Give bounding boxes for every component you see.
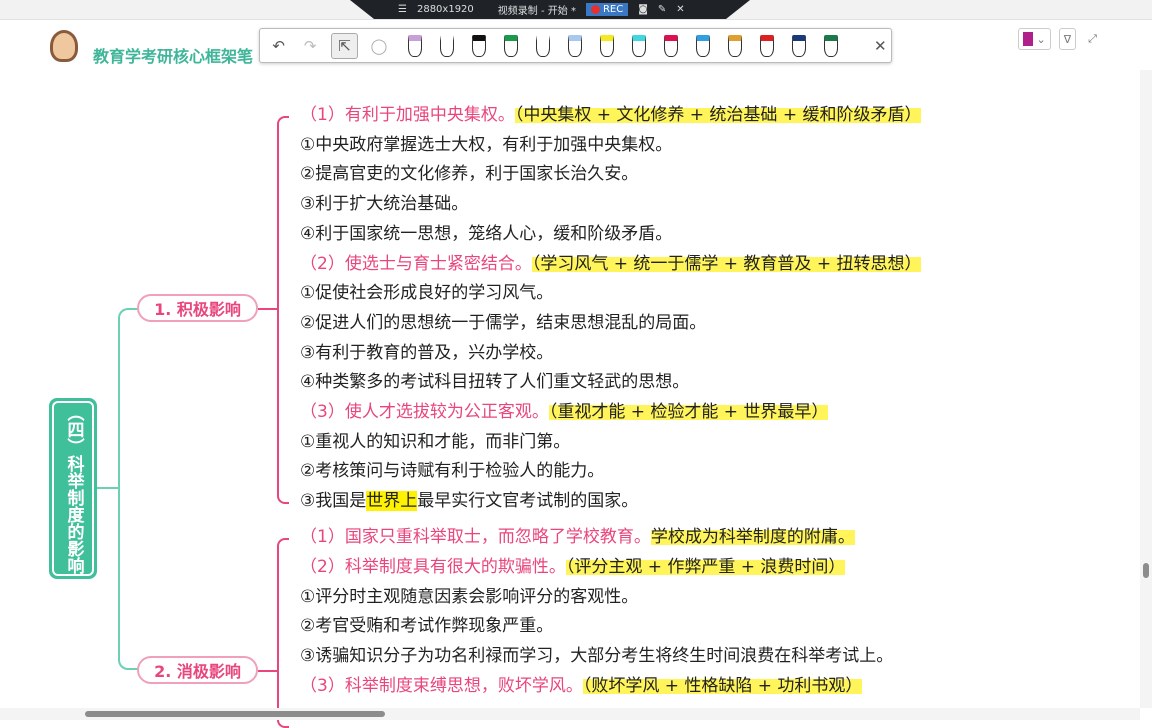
outline-line: ③我国是世界上最早实行文官考试制的国家。 [300,489,638,513]
pencil-icon[interactable]: ✎ [658,4,666,15]
line-text: ③诱骗知识分子为功名利禄而学习，大部分考生将终生时间浪费在科举考试上。 [300,646,894,667]
outline-line: ①促使社会形成良好的学习风气。 [300,281,553,305]
outline-line: （1）国家只重科举取士，而忽略了学校教育。学校成为科举制度的附庸。 [300,525,855,549]
branch-node-positive[interactable]: 1. 积极影响 [137,294,258,322]
highlighted-text: （败坏学风 + 性格缺陷 + 功利书观） [582,676,863,696]
pen-tool-0[interactable] [407,34,422,57]
line-text: ②促进人们的思想统一于儒学，结束思想混乱的局面。 [300,312,707,333]
outline-line: （3）科举制度束缚思想，败坏学风。（败坏学风 + 性格缺陷 + 功利书观） [300,674,863,698]
line-text: ③有利于教育的普及，兴办学校。 [300,342,554,363]
pen-tool-2[interactable] [471,34,486,57]
branch-node-negative[interactable]: 2. 消极影响 [137,656,258,684]
pen-tool-4[interactable] [535,34,550,57]
line-text: ②提高官吏的文化修养，利于国家长治久安。 [300,164,639,185]
outline-line: ②提高官吏的文化修养，利于国家长治久安。 [300,162,638,186]
close-toolbar-button[interactable]: ✕ [870,33,891,59]
highlighted-text: 世界上 [366,491,418,512]
line-text: ④种类繁多的考试科目扭转了人们重文轻武的思想。 [300,372,690,393]
avatar [50,30,78,62]
page-title: 教育学考研核心框架笔 [93,47,254,66]
line-text: ③我国是 [300,491,367,512]
connector-root [97,487,119,489]
notebook-icon [1023,32,1033,46]
close-icon[interactable]: ✕ [676,4,684,15]
section-heading: （3）科举制度束缚思想，败坏学风。 [300,676,583,696]
vertical-scrollbar[interactable] [1140,70,1152,708]
connector-root-1 [118,308,138,488]
outline-line: （2）使选士与育士紧密结合。（学习风气 + 统一于儒学 + 教育普及 + 扭转思… [300,252,922,276]
bracket-negative [277,538,289,728]
pen-tool-5[interactable] [567,34,582,57]
outline-line: ④利于国家统一思想，笼络人心，缓和阶级矛盾。 [300,222,672,246]
outline-line: ②考官受贿和考试作弊现象严重。 [300,614,553,638]
outline-line: ③有利于教育的普及，兴办学校。 [300,341,553,365]
connector-root-2 [118,488,138,670]
section-heading: （1）国家只重科举取士，而忽略了学校教育。 [300,527,651,547]
hamburger-icon[interactable]: ☰ [398,4,407,15]
rec-button[interactable]: REC [585,3,629,16]
line-text: ②考核策问与诗赋有利于检验人的能力。 [300,461,605,482]
highlighted-text: （学习风气 + 统一于儒学 + 教育普及 + 扭转思想） [531,253,922,274]
outline-line: ①中央政府掌握选士大权，有利于加强中央集权。 [300,133,672,157]
pen-tool-11[interactable] [759,34,774,57]
outline-line: （1）有利于加强中央集权。（中央集权 + 文化修养 + 统治基础 + 缓和阶级矛… [300,103,922,127]
line-text: 最早实行文官考试制的国家。 [417,491,639,512]
vertical-scroll-thumb[interactable] [1143,563,1149,578]
outline-line: ④种类繁多的考试科目扭转了人们重文轻武的思想。 [300,370,689,394]
rec-label: REC [602,4,624,15]
outline-line: （3）使人才选拔较为公正客观。（重视才能 + 检验才能 + 世界最早） [300,400,829,424]
pen-tool-7[interactable] [631,34,646,57]
pen-tool-6[interactable] [599,34,614,57]
outline-line: （2）科举制度具有很大的欺骗性。（评分主观 + 作弊严重 + 浪费时间） [300,555,846,579]
horizontal-scroll-thumb[interactable] [85,711,385,717]
pen-tool-12[interactable] [791,34,806,57]
right-tools: ⌄ ∇ ⤢ [1018,28,1101,50]
connector-positive [258,308,278,310]
line-text: ①评分时主观随意因素会影响评分的客观性。 [300,586,639,607]
outline-line: ①重视人的知识和才能，而非门第。 [300,430,570,454]
pen-options-button[interactable]: ∇ [1058,28,1077,50]
pen-tool-13[interactable] [823,34,838,57]
recorder-title: 视频录制 - 开始 * [497,6,576,17]
section-heading: （2）科举制度具有很大的欺骗性。 [300,556,566,577]
redo-button[interactable]: ↷ [299,33,320,59]
annotation-toolbar: ↶ ↷ ⇱ ◯ ✕ [259,28,892,63]
pen-tool-1[interactable] [439,34,454,57]
outline-line: ③利于扩大统治基础。 [300,192,468,216]
pen-tool-10[interactable] [727,34,742,57]
select-tool-button[interactable]: ⇱ [330,32,359,59]
section-heading: （3）使人才选拔较为公正客观。 [300,402,549,422]
record-dot-icon [590,5,600,14]
bracket-positive [277,116,289,504]
pen-tool-9[interactable] [695,34,710,57]
undo-button[interactable]: ↶ [268,33,289,59]
root-label: （四）科举制度的影响 [52,401,94,576]
expand-icon[interactable]: ⤢ [1084,28,1101,50]
lasso-tool-button[interactable]: ◯ [368,33,389,59]
pen-tool-3[interactable] [503,34,518,57]
pen-tool-8[interactable] [663,34,678,57]
highlighted-text: （评分主观 + 作弊严重 + 浪费时间） [565,556,846,577]
highlighted-text: （中央集权 + 文化修养 + 统治基础 + 缓和阶级矛盾） [514,105,922,125]
notebook-dropdown[interactable]: ⌄ [1018,28,1051,50]
connector-negative [258,670,278,672]
outline-line: ②促进人们的思想统一于儒学，结束思想混乱的局面。 [300,311,706,335]
recorder-bar: ☰ 2880x1920 视频录制 - 开始 * REC ◙ ✎ ✕ [350,0,750,19]
camera-icon[interactable]: ◙ [638,4,648,15]
resolution-label: 2880x1920 [416,4,474,15]
line-text: ③利于扩大统治基础。 [300,194,469,215]
line-text: ①中央政府掌握选士大权，有利于加强中央集权。 [300,134,673,155]
outline-line: ①评分时主观随意因素会影响评分的客观性。 [300,585,638,609]
root-node[interactable]: （四）科举制度的影响 [49,398,97,579]
line-text: ②考官受贿和考试作弊现象严重。 [300,616,554,637]
highlighted-text: （重视才能 + 检验才能 + 世界最早） [548,402,829,422]
section-heading: （2）使选士与育士紧密结合。 [300,253,532,274]
line-text: ①重视人的知识和才能，而非门第。 [300,431,571,452]
outline-line: ③诱骗知识分子为功名利禄而学习，大部分考生将终生时间浪费在科举考试上。 [300,644,893,668]
line-text: ④利于国家统一思想，笼络人心，缓和阶级矛盾。 [300,223,673,244]
section-heading: （1）有利于加强中央集权。 [300,105,515,125]
outline-line: ②考核策问与诗赋有利于检验人的能力。 [300,459,604,483]
line-text: ①促使社会形成良好的学习风气。 [300,283,554,304]
highlighted-text: 学校成为科举制度的附庸。 [650,527,855,547]
